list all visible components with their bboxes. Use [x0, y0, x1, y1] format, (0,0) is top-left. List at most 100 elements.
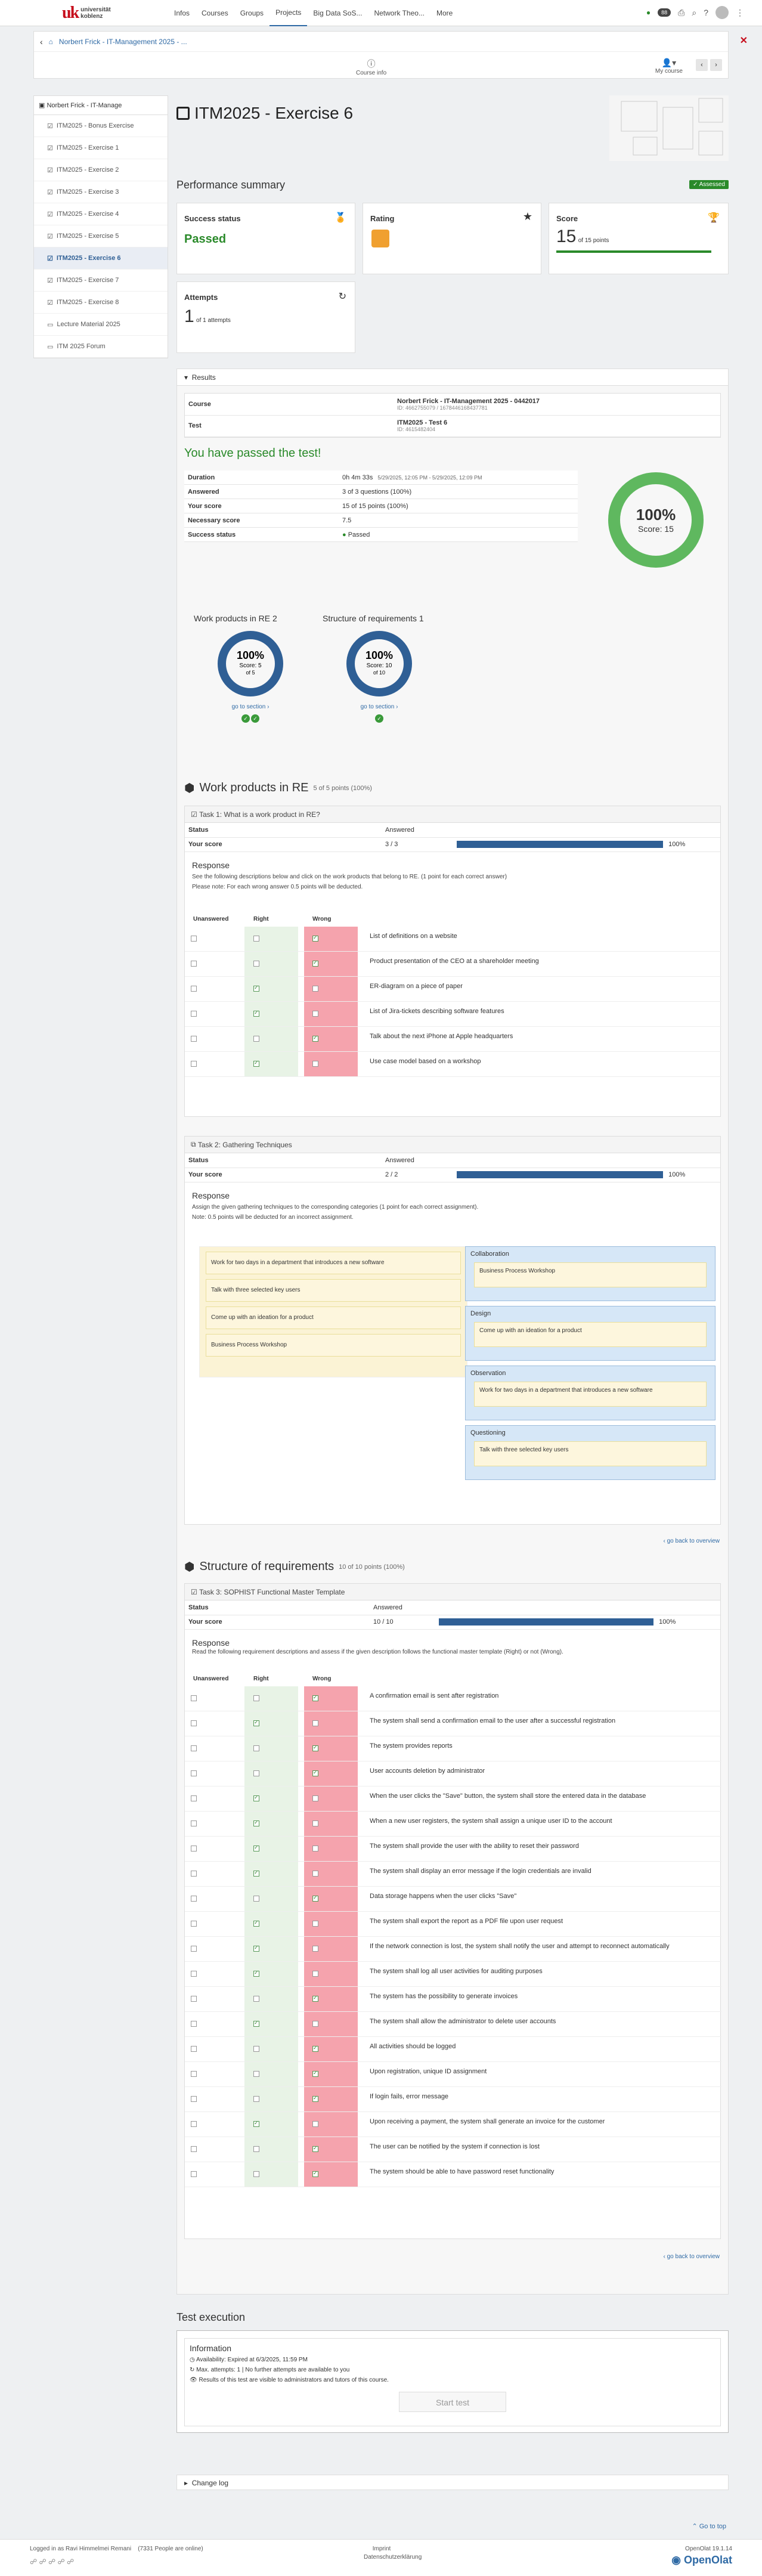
wrong-checkbox[interactable]: [312, 1061, 318, 1067]
home-icon[interactable]: ⌂: [49, 38, 53, 46]
change-log-toggle[interactable]: ▸ Change log: [176, 2475, 729, 2490]
go-to-section-link[interactable]: go to section ›: [323, 704, 436, 710]
more-icon[interactable]: ⋮: [736, 8, 744, 18]
wrong-checkbox[interactable]: [312, 1744, 318, 1751]
unanswered-checkbox[interactable]: [191, 2171, 197, 2177]
right-checkbox[interactable]: [253, 1770, 259, 1776]
nav-item[interactable]: Big Data SoS...: [307, 0, 368, 26]
unanswered-checkbox[interactable]: [191, 961, 197, 967]
drop-category[interactable]: Design Come up with an ideation for a pro…: [465, 1306, 715, 1361]
nav-item[interactable]: Network Theo...: [368, 0, 430, 26]
close-icon[interactable]: ✕: [740, 35, 748, 47]
unanswered-checkbox[interactable]: [191, 2121, 197, 2127]
sidebar-item[interactable]: ☑ ITM2025 - Exercise 5: [34, 225, 168, 247]
sidebar-item[interactable]: ☑ ITM2025 - Exercise 8: [34, 292, 168, 314]
print-icon[interactable]: ⎙: [678, 8, 684, 18]
nav-item[interactable]: Groups: [234, 0, 270, 26]
nav-item[interactable]: Courses: [196, 0, 234, 26]
drop-category[interactable]: Collaboration Business Process Workshop: [465, 1246, 715, 1301]
right-checkbox[interactable]: [253, 1945, 259, 1952]
sidebar-item[interactable]: ▭ Lecture Material 2025: [34, 314, 168, 336]
dropped-item[interactable]: Business Process Workshop: [474, 1262, 707, 1287]
wrong-checkbox[interactable]: [312, 1694, 318, 1701]
right-checkbox[interactable]: [253, 2096, 259, 2102]
unanswered-checkbox[interactable]: [191, 1846, 197, 1852]
go-to-section-link[interactable]: go to section ›: [194, 704, 307, 710]
right-checkbox[interactable]: [253, 1996, 259, 2002]
right-checkbox[interactable]: [253, 1970, 259, 1977]
unanswered-checkbox[interactable]: [191, 1896, 197, 1902]
wrong-checkbox[interactable]: [312, 1820, 318, 1826]
wrong-checkbox[interactable]: [312, 959, 318, 967]
right-checkbox[interactable]: [253, 984, 259, 992]
wrong-checkbox[interactable]: [312, 1995, 318, 2002]
avatar[interactable]: [715, 6, 729, 19]
sidebar-title[interactable]: ▣ Norbert Frick - IT-Manage: [34, 96, 168, 115]
unanswered-checkbox[interactable]: [191, 1946, 197, 1952]
privacy-link[interactable]: Datenschutzerklärung: [364, 2554, 422, 2560]
breadcrumb-course[interactable]: Norbert Frick - IT-Management 2025 - ...: [59, 38, 187, 46]
drop-category[interactable]: Questioning Talk with three selected key …: [465, 1425, 715, 1480]
search-icon[interactable]: ⌕: [692, 8, 696, 18]
unanswered-checkbox[interactable]: [191, 1795, 197, 1801]
right-checkbox[interactable]: [253, 1036, 259, 1042]
start-test-button[interactable]: Start test: [399, 2392, 506, 2412]
wrong-checkbox[interactable]: [312, 1894, 318, 1902]
sidebar-item[interactable]: ▭ ITM 2025 Forum: [34, 336, 168, 358]
prev-button[interactable]: ‹: [696, 59, 708, 71]
unanswered-checkbox[interactable]: [191, 2046, 197, 2052]
unanswered-checkbox[interactable]: [191, 1921, 197, 1927]
unanswered-checkbox[interactable]: [191, 1971, 197, 1977]
unanswered-checkbox[interactable]: [191, 2021, 197, 2027]
right-checkbox[interactable]: [253, 2071, 259, 2077]
draggable-item[interactable]: Talk with three selected key users: [206, 1279, 461, 1302]
dropped-item[interactable]: Talk with three selected key users: [474, 1441, 707, 1466]
nav-item[interactable]: Projects: [270, 0, 308, 26]
wrong-checkbox[interactable]: [312, 1971, 318, 1977]
right-checkbox[interactable]: [253, 2020, 259, 2027]
right-checkbox[interactable]: [253, 961, 259, 967]
right-checkbox[interactable]: [253, 1794, 259, 1801]
wrong-checkbox[interactable]: [312, 1720, 318, 1726]
right-checkbox[interactable]: [253, 2171, 259, 2177]
wrong-checkbox[interactable]: [312, 1035, 318, 1042]
unanswered-checkbox[interactable]: [191, 1011, 197, 1017]
right-checkbox[interactable]: [253, 1819, 259, 1826]
back-to-overview-link-2[interactable]: ‹ go back to overview: [664, 2253, 720, 2260]
unanswered-checkbox[interactable]: [191, 1770, 197, 1776]
unanswered-checkbox[interactable]: [191, 1745, 197, 1751]
draggable-item[interactable]: Work for two days in a department that i…: [206, 1252, 461, 1274]
course-info-button[interactable]: ⓘ Course info: [356, 58, 386, 76]
back-icon[interactable]: ‹: [40, 37, 43, 47]
go-to-top-link[interactable]: ⌃ Go to top: [692, 2522, 726, 2530]
wrong-checkbox[interactable]: [312, 2045, 318, 2052]
drop-category[interactable]: Observation Work for two days in a depart…: [465, 1366, 715, 1420]
wrong-checkbox[interactable]: [312, 2095, 318, 2102]
right-checkbox[interactable]: [253, 1745, 259, 1751]
wrong-checkbox[interactable]: [312, 2021, 318, 2027]
wrong-checkbox[interactable]: [312, 1769, 318, 1776]
unanswered-checkbox[interactable]: [191, 1036, 197, 1042]
wrong-checkbox[interactable]: [312, 2145, 318, 2152]
wrong-checkbox[interactable]: [312, 1011, 318, 1017]
right-checkbox[interactable]: [253, 2120, 259, 2127]
unanswered-checkbox[interactable]: [191, 986, 197, 992]
unanswered-checkbox[interactable]: [191, 936, 197, 942]
unanswered-checkbox[interactable]: [191, 1695, 197, 1701]
unanswered-checkbox[interactable]: [191, 2096, 197, 2102]
social-icons[interactable]: ☍ ☍ ☍ ☍ ☍: [30, 2558, 74, 2566]
wrong-checkbox[interactable]: [312, 986, 318, 992]
right-checkbox[interactable]: [253, 1010, 259, 1017]
nav-item[interactable]: More: [430, 0, 459, 26]
wrong-checkbox[interactable]: [312, 1846, 318, 1852]
unanswered-checkbox[interactable]: [191, 1820, 197, 1826]
dropped-item[interactable]: Come up with an ideation for a product: [474, 1322, 707, 1347]
sidebar-item[interactable]: ☑ ITM2025 - Exercise 1: [34, 137, 168, 159]
wrong-checkbox[interactable]: [312, 2170, 318, 2177]
sidebar-item[interactable]: ☑ ITM2025 - Bonus Exercise: [34, 115, 168, 137]
results-toggle[interactable]: ▾ Results: [177, 369, 728, 386]
draggable-item[interactable]: Business Process Workshop: [206, 1334, 461, 1357]
unanswered-checkbox[interactable]: [191, 1061, 197, 1067]
right-checkbox[interactable]: [253, 1060, 259, 1067]
dropped-item[interactable]: Work for two days in a department that i…: [474, 1382, 707, 1407]
